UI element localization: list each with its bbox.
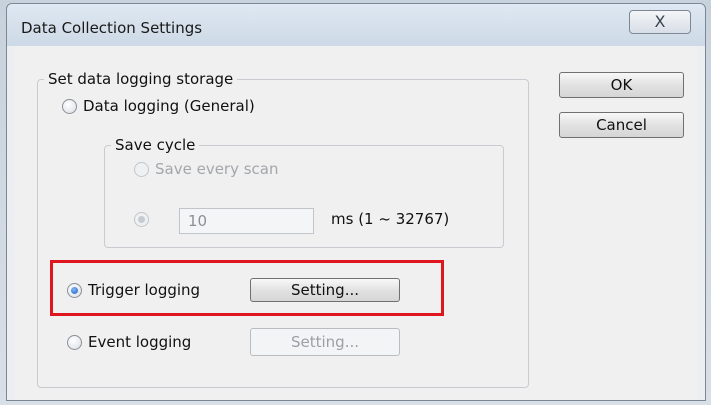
save-interval-unit: ms (1 ~ 32767)	[331, 210, 450, 228]
event-logging-label: Event logging	[88, 333, 192, 351]
close-icon: X	[654, 12, 666, 31]
save-cycle-legend: Save cycle	[115, 136, 196, 154]
save-every-scan-option[interactable]: Save every scan	[134, 160, 279, 178]
trigger-setting-button[interactable]: Setting...	[250, 278, 400, 302]
cancel-button[interactable]: Cancel	[559, 112, 684, 138]
save-interval-input[interactable]: 10	[179, 208, 314, 234]
dialog-client-area: Set data logging storage Data logging (G…	[14, 46, 698, 400]
storage-group-legend: Set data logging storage	[48, 70, 234, 88]
general-logging-label: Data logging (General)	[83, 97, 255, 115]
trigger-logging-option[interactable]: Trigger logging	[67, 281, 200, 299]
event-logging-option[interactable]: Event logging	[67, 333, 191, 351]
data-collection-settings-dialog: Data Collection Settings X Set data logg…	[6, 3, 706, 401]
save-interval-option[interactable]	[134, 212, 155, 227]
ok-button[interactable]: OK	[559, 72, 684, 98]
save-every-scan-label: Save every scan	[155, 160, 279, 178]
trigger-logging-radio[interactable]	[67, 282, 82, 298]
save-every-scan-radio[interactable]	[134, 161, 149, 177]
general-logging-option[interactable]: Data logging (General)	[62, 97, 255, 115]
save-interval-radio[interactable]	[134, 212, 149, 227]
close-button[interactable]: X	[629, 10, 691, 34]
window-title: Data Collection Settings	[21, 19, 203, 37]
event-logging-radio[interactable]	[67, 334, 82, 350]
trigger-logging-label: Trigger logging	[88, 281, 201, 299]
general-logging-radio[interactable]	[62, 98, 77, 114]
title-bar: Data Collection Settings X	[7, 4, 705, 46]
event-setting-button[interactable]: Setting...	[250, 328, 400, 356]
